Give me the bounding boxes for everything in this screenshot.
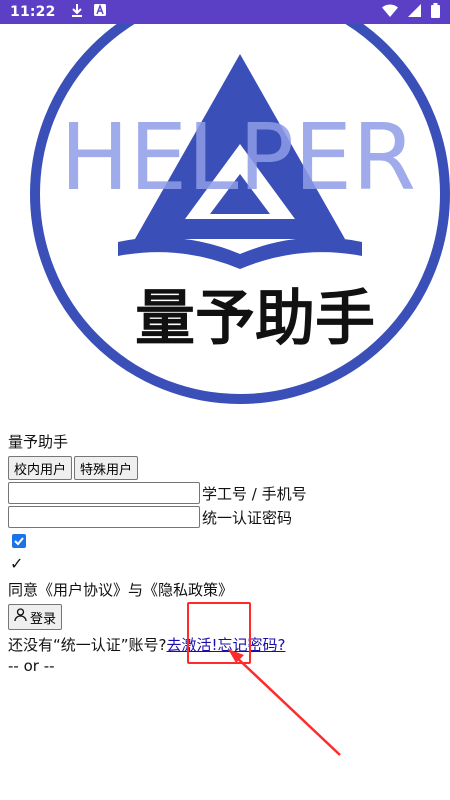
- annotation-arrow: [228, 649, 341, 756]
